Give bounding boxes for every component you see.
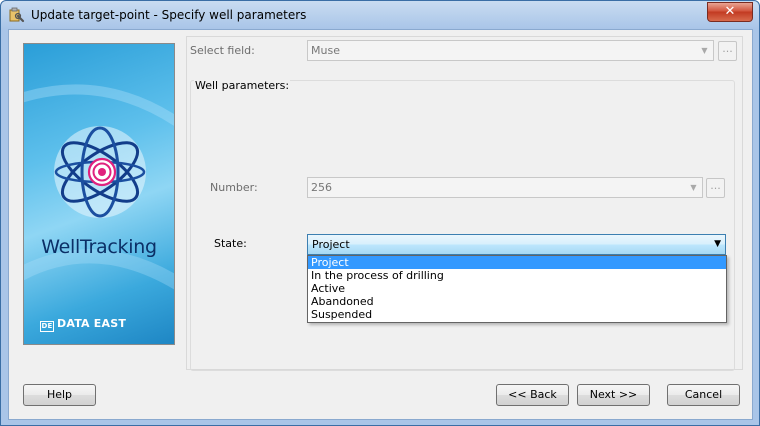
state-value: Project — [312, 238, 350, 251]
company-mark: DE — [40, 321, 54, 332]
wrench-icon — [9, 7, 25, 23]
select-field-combo[interactable]: Muse ▼ — [307, 40, 714, 61]
chevron-down-icon: ▼ — [714, 239, 721, 249]
company-logo: DE DATA EAST — [40, 317, 160, 332]
title-bar[interactable]: Update target-point - Specify well param… — [1, 1, 759, 29]
chevron-down-icon: ▼ — [701, 46, 708, 55]
state-combo[interactable]: Project ▼ — [307, 234, 726, 255]
state-option-abandoned[interactable]: Abandoned — [308, 295, 726, 308]
window-title: Update target-point - Specify well param… — [31, 8, 307, 22]
next-button[interactable]: Next >> — [577, 384, 650, 406]
well-parameters-caption: Well parameters: — [194, 79, 291, 92]
select-field-value: Muse — [311, 44, 340, 57]
dialog-window: Update target-point - Specify well param… — [0, 0, 760, 426]
state-option-active[interactable]: Active — [308, 282, 726, 295]
back-button[interactable]: << Back — [496, 384, 569, 406]
close-icon: ✕ — [724, 4, 736, 19]
number-label: Number: — [210, 181, 258, 194]
company-name: DATA EAST — [57, 317, 127, 330]
chevron-down-icon: ▼ — [690, 183, 697, 192]
globe-target-logo — [24, 84, 174, 290]
brand-banner: WellTracking DE DATA EAST — [23, 43, 175, 345]
number-value: 256 — [311, 181, 332, 194]
close-button[interactable]: ✕ — [707, 2, 753, 22]
browse-field-button[interactable]: ... — [718, 41, 737, 61]
state-option-drilling[interactable]: In the process of drilling — [308, 269, 726, 282]
select-field-label: Select field: — [190, 44, 255, 57]
cancel-button[interactable]: Cancel — [667, 384, 740, 406]
help-button[interactable]: Help — [23, 384, 96, 406]
browse-number-button[interactable]: ... — [706, 178, 725, 198]
product-name: WellTracking — [41, 236, 157, 258]
well-parameters-group — [190, 80, 735, 371]
state-label: State: — [214, 237, 247, 250]
state-option-project[interactable]: Project — [308, 256, 726, 269]
state-dropdown-list: Project In the process of drilling Activ… — [307, 255, 727, 323]
number-combo[interactable]: 256 ▼ — [307, 177, 703, 198]
state-option-suspended[interactable]: Suspended — [308, 308, 726, 321]
